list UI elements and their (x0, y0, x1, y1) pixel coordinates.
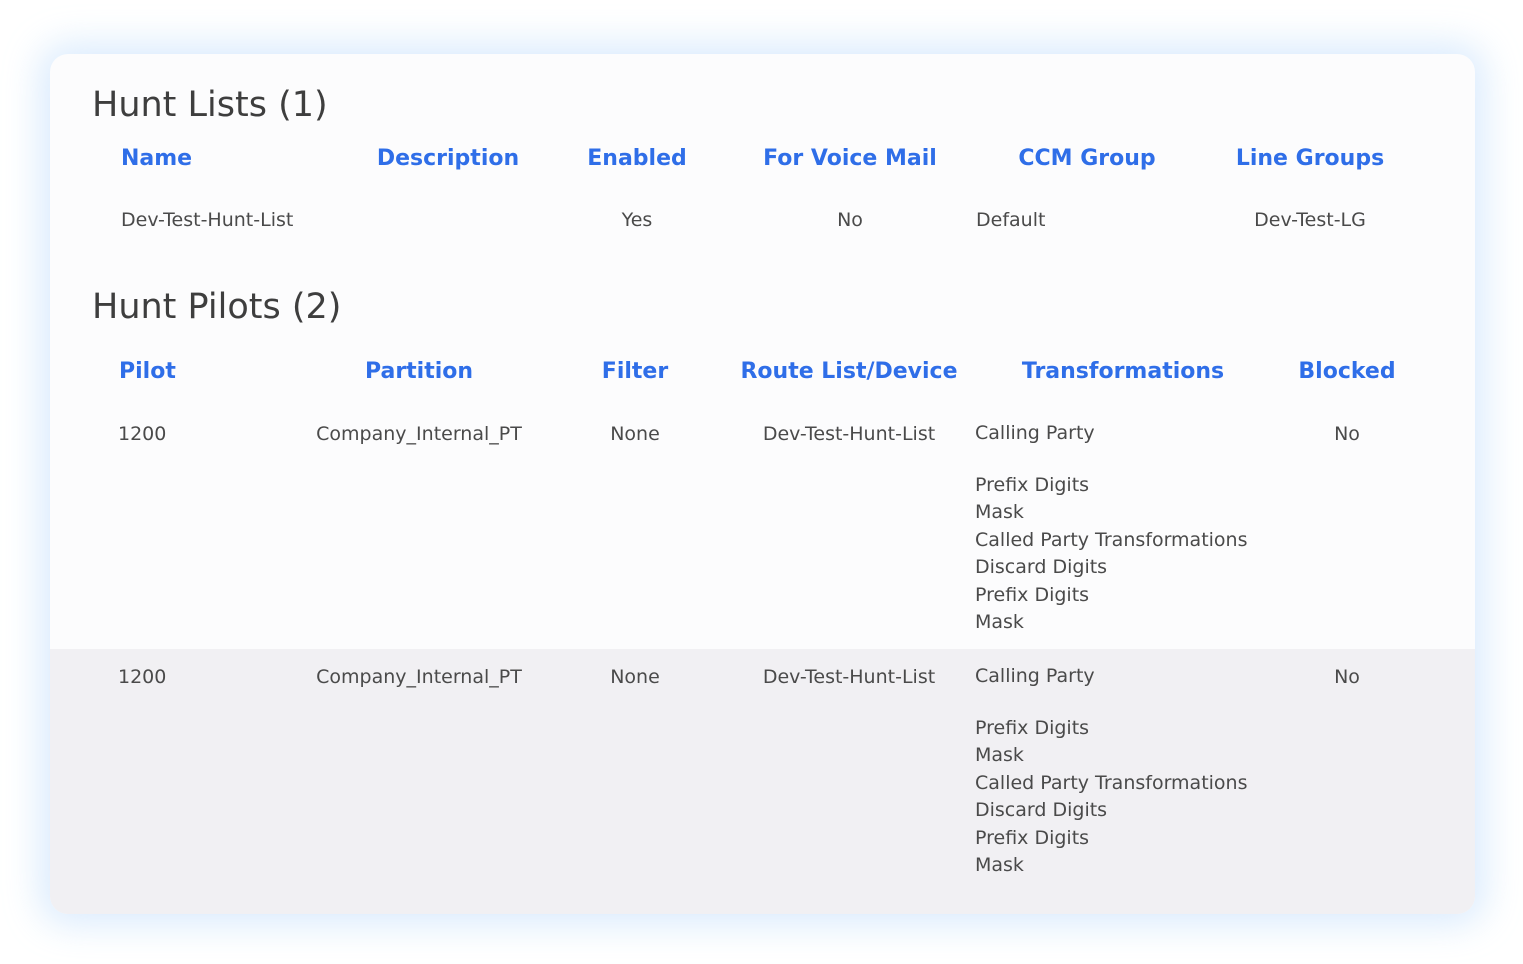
transformation-item: Calling Party (975, 422, 1095, 444)
hunt-pilots-title: Hunt Pilots (2) (92, 287, 342, 327)
hunt-list-enabled: Yes (621, 209, 653, 231)
col-header-pilot[interactable]: Pilot (119, 361, 176, 383)
hunt-list-ccm-group: Default (976, 209, 1046, 231)
pilot-partition: Company_Internal_PT (316, 423, 522, 445)
transformation-item: Prefix Digits (975, 583, 1090, 606)
transformation-item: Prefix Digits (975, 473, 1090, 496)
col-header-enabled[interactable]: Enabled (587, 148, 687, 170)
hunt-list-line-groups: Dev-Test-LG (1254, 209, 1366, 231)
transformation-item: Calling Party (975, 665, 1095, 687)
transformation-item: Prefix Digits (975, 826, 1090, 849)
col-header-partition[interactable]: Partition (365, 361, 473, 383)
pilot-filter: None (610, 423, 660, 445)
transformation-item: Mask (975, 611, 1024, 633)
table-row[interactable]: 1200 Company_Internal_PT None Dev-Test-H… (50, 406, 1475, 649)
col-header-ccm-group[interactable]: CCM Group (1018, 148, 1155, 170)
hunt-list-for-voice-mail: No (837, 209, 863, 231)
transformation-item: Mask (975, 501, 1024, 523)
pilot-partition: Company_Internal_PT (316, 666, 522, 688)
col-header-name[interactable]: Name (121, 148, 192, 170)
config-card: Hunt Lists (1) Name Description Enabled … (50, 54, 1475, 914)
col-header-transformations[interactable]: Transformations (1022, 361, 1224, 383)
col-header-route-list-device[interactable]: Route List/Device (740, 361, 957, 383)
transformation-item: Called Party Transformations (975, 528, 1248, 551)
table-row[interactable]: 1200 Company_Internal_PT None Dev-Test-H… (50, 649, 1475, 914)
hunt-list-name: Dev-Test-Hunt-List (121, 209, 294, 231)
transformation-item: Mask (975, 744, 1024, 766)
pilot-blocked: No (1334, 423, 1360, 445)
col-header-description[interactable]: Description (377, 148, 519, 170)
transformation-item: Called Party Transformations (975, 771, 1248, 794)
transformation-item: Prefix Digits (975, 716, 1090, 739)
pilot-number: 1200 (118, 423, 167, 445)
pilot-transformations-list: Calling Party Prefix Digits Mask Called … (975, 663, 1248, 880)
col-header-line-groups[interactable]: Line Groups (1236, 148, 1384, 170)
transformation-item: Discard Digits (975, 799, 1108, 821)
hunt-lists-title: Hunt Lists (1) (92, 85, 328, 125)
pilot-number: 1200 (118, 666, 167, 688)
pilot-transformations-list: Calling Party Prefix Digits Mask Called … (975, 420, 1248, 637)
pilot-route-list-device: Dev-Test-Hunt-List (762, 666, 936, 688)
pilot-route-list-device: Dev-Test-Hunt-List (762, 423, 936, 445)
transformation-item: Discard Digits (975, 556, 1108, 578)
pilot-filter: None (610, 666, 660, 688)
col-header-filter[interactable]: Filter (602, 361, 668, 383)
col-header-for-voice-mail[interactable]: For Voice Mail (763, 148, 937, 170)
col-header-blocked[interactable]: Blocked (1298, 361, 1395, 383)
transformation-item: Mask (975, 854, 1024, 876)
pilot-blocked: No (1334, 666, 1360, 688)
